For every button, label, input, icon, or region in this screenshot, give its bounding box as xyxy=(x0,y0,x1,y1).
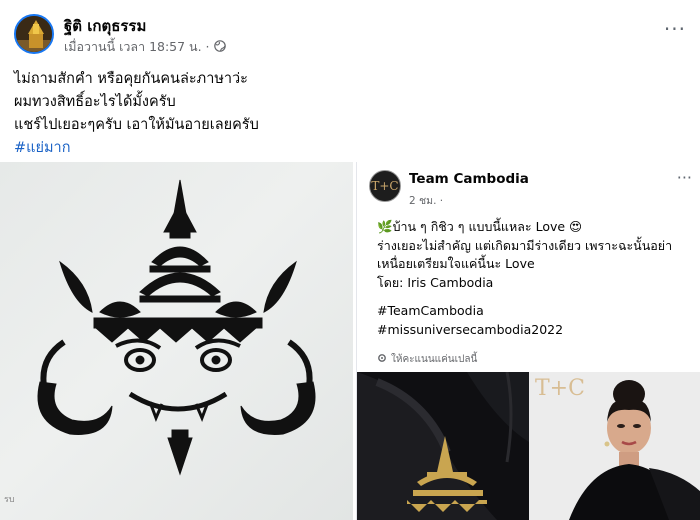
settings-icon xyxy=(377,353,387,366)
model-photo: T+C xyxy=(529,372,700,520)
globe-icon xyxy=(213,39,226,55)
team-cambodia-avatar: T+C xyxy=(369,170,401,202)
shared-author-name: Team Cambodia xyxy=(409,171,529,187)
crown-drawing-image[interactable]: รบ xyxy=(0,162,353,520)
shared-text-spacer xyxy=(377,292,672,302)
post-header: ฐิติ เกตุธรรม เมื่อวานนี้ เวลา 18:57 น. … xyxy=(0,0,700,62)
shared-post-text: 🌿บ้าน ๆ กิชิว ๆ แบบนี้แหละ Love 😍 ร่างเย… xyxy=(377,218,672,339)
hashtag-link[interactable]: #แย่มาก xyxy=(14,137,259,160)
shared-hashtag: #TeamCambodia xyxy=(377,303,484,318)
shared-text-line: 🌿บ้าน ๆ กิชิว ๆ แบบนี้แหละ Love 😍 xyxy=(377,219,583,234)
shared-text-line: ร่างเยอะไม่สำคัญ แต่เกิดมามีร่างเดียว เพ… xyxy=(377,237,673,253)
post-meta: เมื่อวานนี้ เวลา 18:57 น. · xyxy=(64,37,226,57)
shared-text-line: โดย: Iris Cambodia xyxy=(377,274,494,290)
post-text-line: แชร์ไปเยอะๆครับ เอาให้มันอายเลยครับ xyxy=(14,117,259,133)
shared-more-icon: ··· xyxy=(676,168,692,187)
post-text-line: ไม่ถามสักคำ หรือคุยกันคนล่ะภาษาว่ะ xyxy=(14,71,248,87)
avatar-image xyxy=(16,16,52,52)
image-corner-mark: รบ xyxy=(4,495,15,505)
shared-hashtag: #missuniversecambodia2022 xyxy=(377,321,564,337)
shared-footer: ให้คะแนนแค่นเปลนี้ xyxy=(377,352,477,367)
shared-post-image[interactable]: T+C Team Cambodia 2 ชม. · ··· 🌿บ้าน ๆ กิ… xyxy=(356,162,700,520)
author-name[interactable]: ฐิติ เกตุธรรม xyxy=(64,14,146,38)
shared-text-line: เหนื่อยเตรียมใจแค่นี้นะ Love xyxy=(377,256,535,271)
tc-watermark: T+C xyxy=(535,376,585,401)
post-time[interactable]: เมื่อวานนี้ เวลา 18:57 น. · xyxy=(64,37,210,57)
post-media: รบ T+C Team Cambodia 2 ชม. · ··· 🌿บ้าน ๆ… xyxy=(0,162,700,520)
crown-illustration xyxy=(37,179,316,476)
author-avatar[interactable] xyxy=(14,14,54,54)
post-text-line: ผมทวงสิทธิ์อะไรได้มั้งครับ xyxy=(14,94,176,110)
dress-photo xyxy=(357,372,529,520)
post-more-button[interactable]: ··· xyxy=(664,19,686,39)
post-text: ไม่ถามสักคำ หรือคุยกันคนล่ะภาษาว่ะ ผมทวง… xyxy=(14,68,259,160)
shared-post-time: 2 ชม. · xyxy=(409,195,444,207)
shared-footer-text: ให้คะแนนแค่นเปลนี้ xyxy=(391,354,478,365)
